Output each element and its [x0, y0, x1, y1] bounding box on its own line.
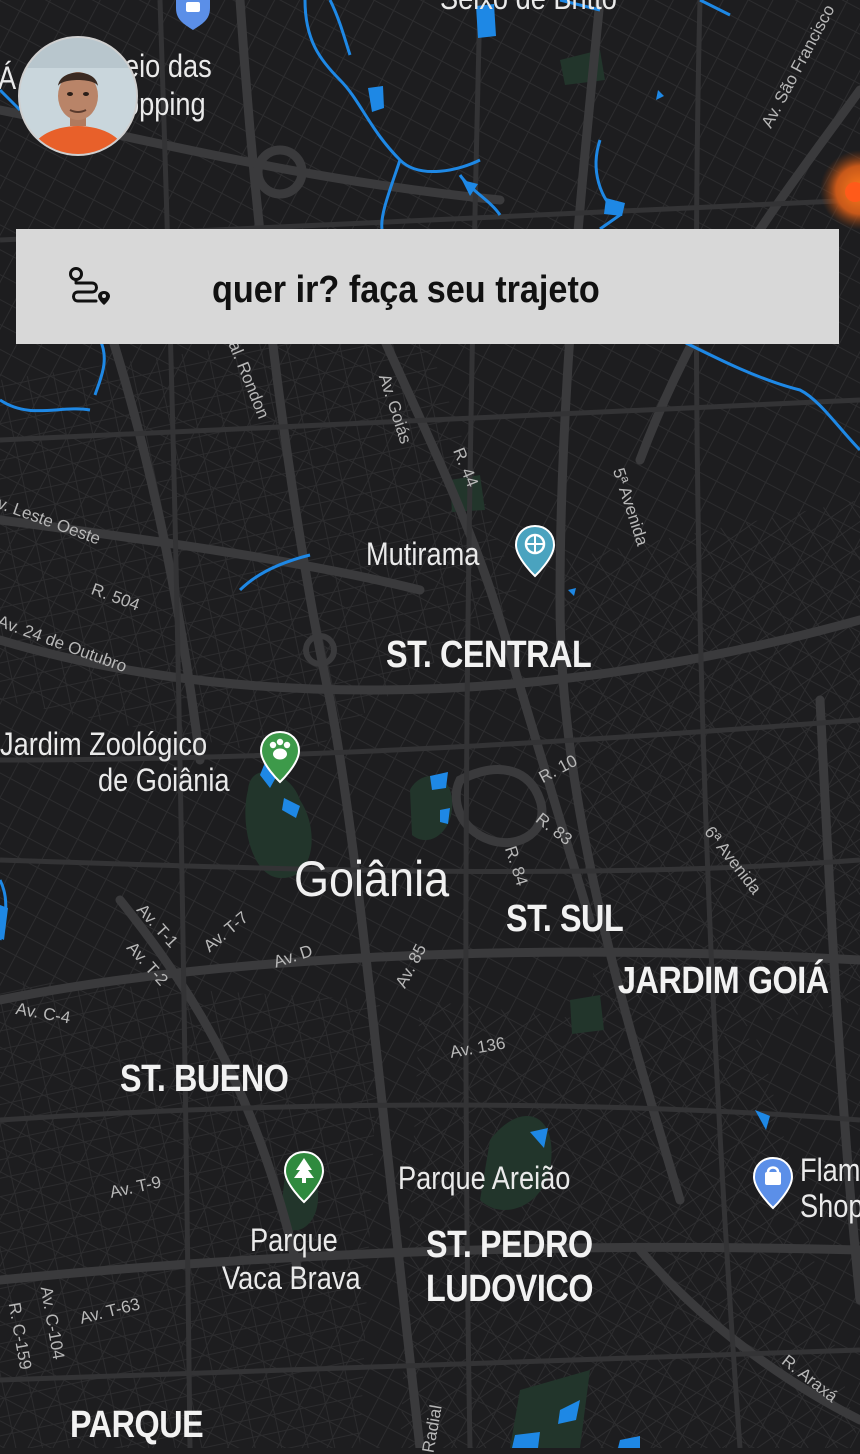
district-parque: PARQUE [70, 1404, 204, 1446]
district-pedro-ludovico-line1: ST. PEDRO [426, 1224, 593, 1266]
route-search-bar[interactable]: quer ir? faça seu trajeto [16, 229, 839, 344]
amusement-park-pin-icon[interactable] [514, 524, 556, 578]
zoo-label-line2: de Goiânia [98, 762, 230, 798]
shopping-bag-pin-icon[interactable] [752, 1156, 794, 1210]
district-pedro-ludovico-line2: LUDOVICO [426, 1268, 594, 1310]
district-sul: ST. SUL [506, 898, 624, 940]
district-jardim-goias: JARDIM GOIÁ [618, 960, 829, 1002]
flam-label-line1: Flam [800, 1152, 860, 1188]
avatar-image [20, 38, 136, 154]
vaca-brava-label-line2: Vaca Brava [222, 1260, 361, 1296]
shopping-label-prefix: Á [0, 62, 16, 94]
route-icon [69, 267, 110, 305]
flam-label-line2: Shop [800, 1188, 860, 1224]
top-shopping-pin-icon[interactable] [172, 0, 214, 30]
zoo-label-line1: Jardim Zoológico [0, 726, 208, 762]
seixo-label: Seixo de Britto [440, 0, 617, 14]
tree-park-pin-icon[interactable] [283, 1150, 325, 1204]
vaca-brava-label-line1: Parque [250, 1222, 338, 1258]
route-prompt-text: quer ir? faça seu trajeto [212, 269, 600, 311]
zoo-paw-pin-icon[interactable] [259, 730, 301, 784]
user-avatar[interactable] [18, 36, 138, 156]
city-label: Goiânia [294, 851, 450, 907]
mutirama-label: Mutirama [366, 536, 480, 572]
district-bueno: ST. BUENO [120, 1058, 289, 1100]
shopping-label-line1: eio das [124, 48, 212, 84]
district-central: ST. CENTRAL [386, 634, 592, 676]
areiao-label: Parque Areião [398, 1160, 571, 1196]
